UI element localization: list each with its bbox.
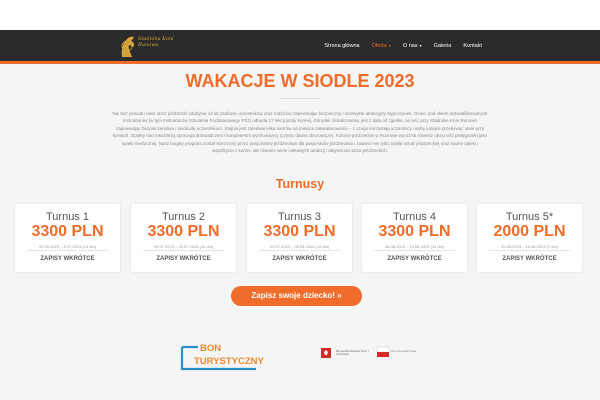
card-divider (489, 250, 570, 251)
turnus-dates: 23.07.2023 – 05.08.2023 (14 dni) (269, 244, 330, 249)
nav-item-label: Oferta (371, 43, 387, 49)
nav-item-about[interactable]: O nas ▾ (403, 43, 422, 49)
turnus-name: Turnus 5* (505, 211, 554, 223)
nav-item-label: O nas (402, 43, 418, 49)
site-logo[interactable]: Stadnina Koni Runowo (118, 33, 178, 59)
nav-item-contact[interactable]: Kontakt (463, 43, 482, 49)
bon-turystyczny-logo[interactable]: BON TURYSTYCZNY (176, 343, 264, 373)
card-divider (27, 250, 108, 251)
turnus-dates: 09.07.2023 – 22.07.2023 (14 dni) (153, 244, 214, 249)
turnus-card-2: Turnus 2 3300 PLN 09.07.2023 – 22.07.202… (131, 204, 236, 272)
zapisy-button[interactable]: ZAPISY WKRÓTCE (15, 256, 120, 262)
chevron-down-icon: ▾ (388, 43, 391, 48)
nav-item-label: Kontakt (463, 43, 482, 49)
site-header (0, 30, 600, 64)
rp-flag-icon (376, 346, 390, 357)
bon-title: BON (200, 343, 222, 354)
turnus-card-4: Turnus 4 3300 PLN 06.08.2023 – 19.08.202… (362, 204, 467, 272)
card-divider (259, 250, 340, 251)
card-divider (143, 250, 224, 251)
turnus-cards: Turnus 1 3300 PLN 25.06.2023 – 8.07.2023… (15, 204, 585, 272)
turnus-name: Turnus 1 (45, 211, 89, 223)
zapisy-button[interactable]: ZAPISY WKRÓTCE (362, 256, 467, 262)
turnus-name: Turnus 2 (161, 211, 205, 223)
title-divider (280, 98, 320, 99)
bon-subtitle: TURYSTYCZNY (194, 356, 264, 367)
turnusy-title: Turnusy (275, 177, 325, 191)
nav-item-label: Strona główna (324, 43, 360, 49)
nav-item-label: Galeria (433, 43, 452, 49)
turnus-dates: 20.08.2023 – 26.08.2023 (7 dni) (501, 244, 558, 249)
turnus-name: Turnus 4 (392, 211, 436, 223)
turnus-dates: 06.08.2023 – 19.08.2023 (14 dni) (384, 244, 445, 249)
turnus-price: 3300 PLN (263, 223, 336, 240)
rp-logo-text: Rzeczpospolita Polska (391, 350, 417, 353)
turnus-price: 2000 PLN (493, 223, 566, 240)
zapisy-button[interactable]: ZAPISY WKRÓTCE (131, 256, 236, 262)
chevron-down-icon: ▾ (419, 43, 422, 48)
polish-eagle-icon (321, 348, 331, 358)
turnus-price: 3300 PLN (378, 223, 451, 240)
turnus-card-3: Turnus 3 3300 PLN 23.07.2023 – 05.08.202… (247, 204, 352, 272)
nav-item-home[interactable]: Strona główna (324, 43, 359, 49)
signup-button[interactable]: Zapisz swoje dziecko! » (231, 286, 362, 306)
zapisy-button[interactable]: ZAPISY WKRÓTCE (477, 256, 582, 262)
ministry-logo-text: Ministerstwo Rozwoju Pracy i Technologii (336, 350, 369, 356)
nav-item-offer[interactable]: Oferta ▾ (372, 43, 391, 49)
horse-logo-icon (121, 36, 135, 57)
turnus-name: Turnus 3 (277, 211, 321, 223)
logo-text: Stadnina Koni Runowo (138, 36, 174, 48)
card-divider (374, 250, 455, 251)
intro-text: Nie bez powodu nasz obóz jeździecki zdob… (112, 111, 488, 154)
zapisy-button[interactable]: ZAPISY WKRÓTCE (247, 256, 352, 262)
turnus-card-1: Turnus 1 3300 PLN 25.06.2023 – 8.07.2023… (15, 204, 120, 272)
nav-item-gallery[interactable]: Galeria (434, 43, 452, 49)
page-title: WAKACJE W SIODLE 2023 (185, 71, 415, 91)
main-nav: Strona główna Oferta ▾ O nas ▾ Galeria Kon… (324, 43, 482, 49)
turnus-card-5: Turnus 5* 2000 PLN 20.08.2023 – 26.08.20… (477, 204, 582, 272)
turnus-price: 3300 PLN (31, 223, 104, 240)
turnus-price: 3300 PLN (147, 223, 220, 240)
turnus-dates: 25.06.2023 – 8.07.2023 (14 dni) (39, 244, 96, 249)
